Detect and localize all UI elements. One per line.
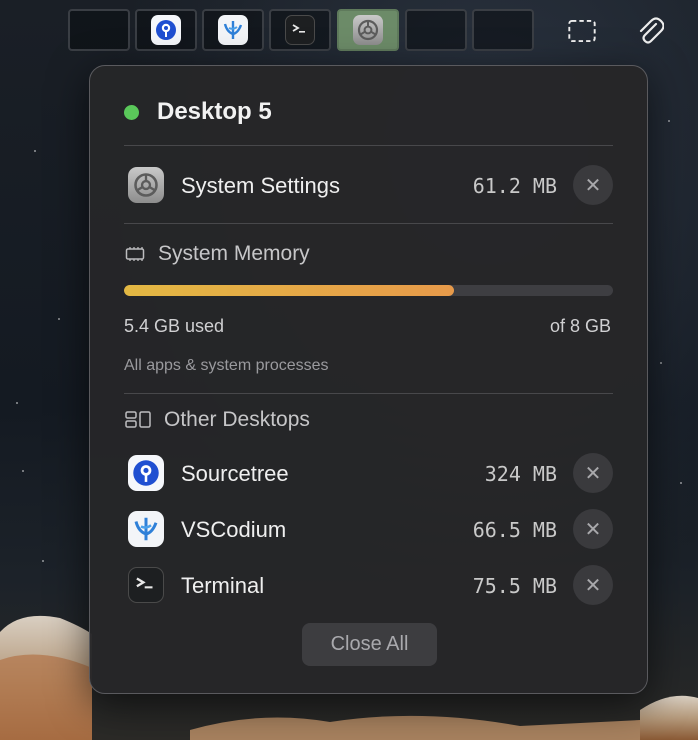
vscodium-icon	[128, 511, 164, 547]
close-app-button[interactable]: ✕	[573, 453, 613, 493]
app-memory: 61.2 MB	[472, 174, 557, 198]
app-memory: 75.5 MB	[472, 574, 557, 598]
vscodium-icon	[218, 15, 248, 45]
desktop-6-slot[interactable]	[405, 9, 467, 51]
app-name: Sourcetree	[181, 461, 289, 486]
close-icon: ✕	[584, 462, 602, 485]
app-name: VSCodium	[181, 517, 287, 542]
desktop-5-slot[interactable]	[337, 9, 399, 51]
app-row-vscodium: VSCodium 66.5 MB ✕	[124, 509, 613, 549]
desktop-1-slot[interactable]	[68, 9, 130, 51]
desktop-4-slot[interactable]	[269, 9, 331, 51]
memory-used-label: 5.4 GB used	[124, 316, 225, 336]
close-icon: ✕	[584, 518, 602, 541]
desktop-switcher-bar	[68, 9, 688, 51]
memory-note: All apps & system processes	[124, 357, 329, 374]
close-icon: ✕	[584, 174, 602, 197]
system-settings-icon	[128, 167, 164, 203]
system-settings-icon	[353, 15, 383, 45]
desktop-popover: Desktop 5 System Settings 61.2 MB ✕ Syst…	[89, 65, 648, 694]
app-memory: 324 MB	[484, 462, 557, 486]
popover-header: Desktop 5	[124, 98, 272, 126]
close-app-button[interactable]: ✕	[573, 565, 613, 605]
desktop-7-slot[interactable]	[472, 9, 534, 51]
other-desktops-heading: Other Desktops	[124, 408, 310, 432]
app-name: Terminal	[181, 573, 265, 598]
desktop-2-slot[interactable]	[135, 9, 197, 51]
section-label: System Memory	[158, 242, 310, 265]
popover-title: Desktop 5	[157, 98, 272, 125]
terminal-icon	[128, 567, 164, 603]
close-app-button[interactable]: ✕	[573, 509, 613, 549]
system-memory-heading: System Memory	[124, 242, 310, 266]
sourcetree-icon	[128, 455, 164, 491]
desktops-icon	[125, 411, 151, 428]
memory-total-label: of 8 GB	[549, 316, 611, 336]
memory-bar-fill	[124, 285, 455, 296]
close-all-button[interactable]: Close All	[302, 623, 437, 666]
app-row-system-settings: System Settings 61.2 MB ✕	[124, 165, 613, 205]
app-row-sourcetree: Sourcetree 324 MB ✕	[124, 453, 613, 493]
paperclip-icon[interactable]	[636, 17, 664, 45]
terminal-icon	[285, 15, 315, 45]
sourcetree-icon	[151, 15, 181, 45]
memory-bar	[124, 285, 613, 296]
status-dot	[124, 104, 139, 120]
app-row-terminal: Terminal 75.5 MB ✕	[124, 565, 613, 605]
close-icon: ✕	[584, 574, 602, 597]
memory-chip-icon	[125, 247, 145, 261]
close-app-button[interactable]: ✕	[573, 165, 613, 205]
section-label: Other Desktops	[164, 408, 310, 431]
divider	[124, 223, 613, 224]
app-memory: 66.5 MB	[472, 518, 557, 542]
divider	[124, 393, 613, 394]
app-name: System Settings	[181, 173, 340, 198]
desktop-3-slot[interactable]	[202, 9, 264, 51]
screenshot-selection-icon[interactable]	[568, 17, 596, 45]
divider	[124, 145, 613, 146]
